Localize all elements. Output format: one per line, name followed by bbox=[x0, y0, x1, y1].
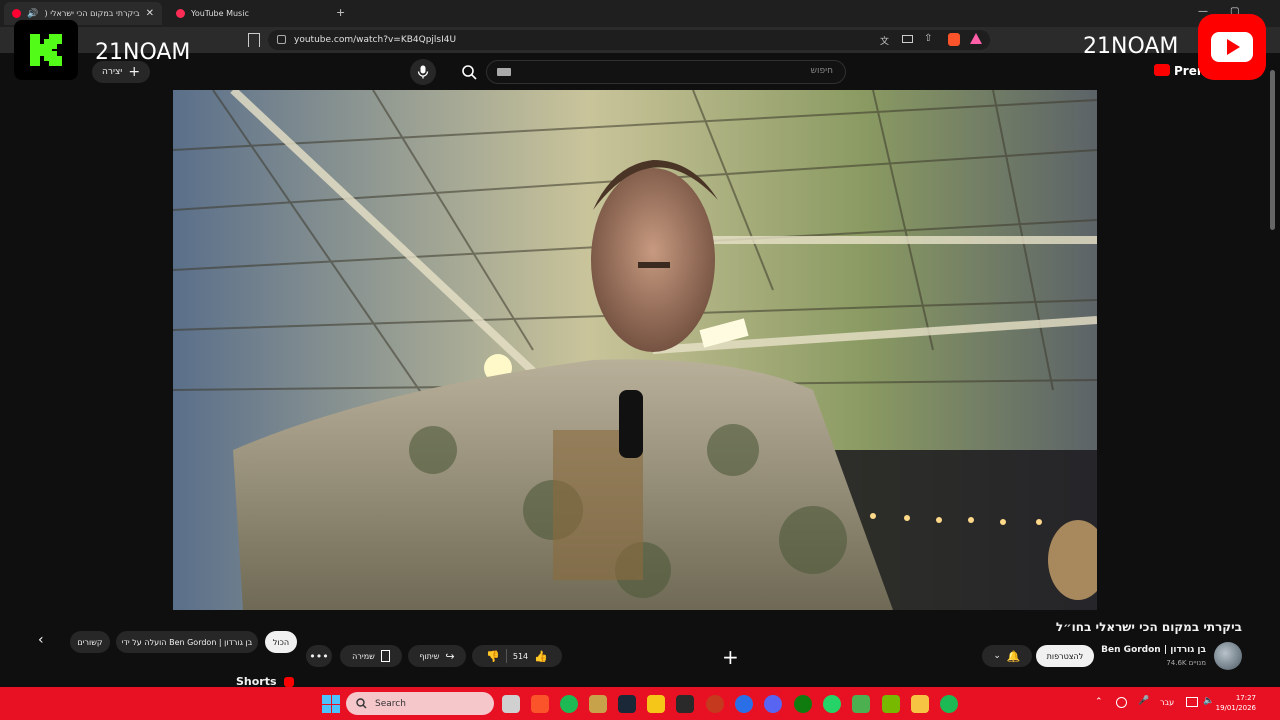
tab-music[interactable]: YouTube Music bbox=[168, 2, 328, 25]
chip-related[interactable]: קשורים bbox=[70, 631, 110, 653]
address-text: youtube.com/watch?v=KB4QpjlsI4U bbox=[294, 35, 457, 45]
clock-time: 17:27 bbox=[1235, 694, 1256, 702]
spotify-icon[interactable] bbox=[560, 695, 578, 713]
save-button[interactable]: שמירה bbox=[340, 645, 402, 667]
kick-k-glyph-icon bbox=[30, 34, 62, 66]
network-icon[interactable] bbox=[1186, 697, 1198, 707]
windows-start-icon[interactable] bbox=[322, 695, 340, 713]
tray-overflow-icon[interactable]: ⌃ bbox=[1095, 697, 1103, 707]
share-button[interactable]: שיתוף ↪ bbox=[408, 645, 466, 667]
new-tab-button[interactable]: + bbox=[336, 6, 345, 19]
like-icon[interactable]: 👍 bbox=[534, 650, 548, 663]
address-bar[interactable]: youtube.com/watch?v=KB4QpjlsI4U 文 ⇧ bbox=[268, 30, 990, 50]
channel-avatar[interactable] bbox=[1214, 642, 1242, 670]
app-green-icon[interactable] bbox=[852, 695, 870, 713]
like-count: 514 bbox=[512, 651, 529, 661]
site-settings-icon[interactable] bbox=[277, 35, 286, 44]
microphone-icon bbox=[417, 65, 429, 79]
youtube-logo-icon bbox=[1198, 14, 1266, 80]
subscriber-count: 74.6K מנויים bbox=[1166, 659, 1206, 667]
app-spotify-alt-icon[interactable] bbox=[940, 695, 958, 713]
chip-all[interactable]: הכול bbox=[265, 631, 297, 653]
bookmark-icon[interactable] bbox=[248, 33, 260, 47]
brave-browser-icon[interactable] bbox=[531, 695, 549, 713]
translate-icon[interactable]: 文 bbox=[880, 34, 889, 47]
taskbar-clock[interactable]: 17:27 19/01/2026 bbox=[1216, 693, 1256, 713]
play-triangle-icon bbox=[1227, 39, 1240, 55]
speaker-icon[interactable]: 🔊 bbox=[27, 9, 38, 19]
chips-scroll-left-icon[interactable]: ‹ bbox=[38, 632, 44, 648]
subscribe-button[interactable]: להצטרפות bbox=[1036, 645, 1094, 667]
windows-taskbar bbox=[0, 687, 1280, 720]
channel-name[interactable]: Ben Gordon | בן גורדון bbox=[1101, 645, 1206, 655]
like-dislike-group: 👎 514 👍 bbox=[472, 645, 562, 667]
taskbar-search[interactable]: Search bbox=[346, 692, 494, 715]
share-icon: ↪ bbox=[445, 649, 455, 663]
discord-icon[interactable] bbox=[764, 695, 782, 713]
plus-center-icon[interactable]: + bbox=[722, 645, 739, 669]
app-icon[interactable] bbox=[589, 695, 607, 713]
xbox-icon[interactable] bbox=[794, 695, 812, 713]
taskbar-search-label: Search bbox=[375, 698, 406, 709]
page-scrollbar[interactable] bbox=[1270, 70, 1275, 230]
notification-button[interactable]: ⌄ 🔔 bbox=[982, 645, 1032, 667]
youtube-music-favicon-icon bbox=[176, 9, 185, 18]
brave-shields-icon[interactable] bbox=[948, 33, 960, 46]
rockstar-icon[interactable] bbox=[647, 695, 665, 713]
youtube-favicon-icon bbox=[12, 9, 21, 18]
keyboard-icon[interactable] bbox=[497, 68, 511, 76]
tab-close-icon[interactable]: ✕ bbox=[146, 8, 154, 19]
language-indicator[interactable]: עבר bbox=[1160, 698, 1174, 707]
taskbar-search-icon bbox=[356, 698, 367, 709]
voice-search-button[interactable] bbox=[410, 59, 436, 85]
search-input[interactable]: חיפוש bbox=[486, 60, 846, 84]
brave-rewards-icon[interactable] bbox=[970, 33, 982, 44]
create-label: יצירה bbox=[102, 67, 123, 77]
obs-icon[interactable] bbox=[706, 695, 724, 713]
save-label: שמירה bbox=[352, 651, 375, 661]
search-icon bbox=[461, 64, 477, 80]
plus-icon: + bbox=[128, 64, 141, 80]
youtube-premium-logo-icon[interactable] bbox=[1154, 64, 1170, 76]
share-page-icon[interactable]: ⇧ bbox=[924, 33, 932, 44]
clock-date: 19/01/2026 bbox=[1215, 704, 1256, 712]
chip-all-label: הכול bbox=[272, 637, 290, 647]
chip-uploaded-by-label: הועלה על ידי Ben Gordon | בן גורדון bbox=[121, 637, 253, 647]
subscribe-label: להצטרפות bbox=[1046, 651, 1084, 661]
tab-music-label: YouTube Music bbox=[191, 9, 249, 18]
volume-icon[interactable]: 🔈 bbox=[1203, 696, 1214, 706]
epic-games-icon[interactable] bbox=[676, 695, 694, 713]
kick-logo-icon bbox=[14, 20, 78, 80]
whatsapp-icon[interactable] bbox=[823, 695, 841, 713]
video-frame bbox=[173, 90, 1097, 610]
file-explorer-icon[interactable] bbox=[911, 695, 929, 713]
chevron-down-icon: ⌄ bbox=[993, 651, 1001, 661]
save-bookmark-icon bbox=[380, 650, 390, 662]
brand-text-right: 21NOAM bbox=[1083, 34, 1179, 59]
nvidia-icon[interactable] bbox=[882, 695, 900, 713]
search-placeholder: חיפוש bbox=[810, 66, 833, 76]
tray-mic-icon[interactable]: 🎤 bbox=[1138, 696, 1149, 706]
app-blue-icon[interactable] bbox=[735, 695, 753, 713]
share-label: שיתוף bbox=[419, 651, 440, 661]
steam-icon[interactable] bbox=[618, 695, 636, 713]
task-view-icon[interactable] bbox=[502, 695, 520, 713]
chip-related-label: קשורים bbox=[77, 637, 103, 647]
more-horizontal-icon: ••• bbox=[309, 649, 329, 663]
more-actions-button[interactable]: ••• bbox=[306, 645, 332, 667]
shorts-logo-icon bbox=[284, 677, 294, 687]
search-button[interactable] bbox=[456, 60, 482, 84]
tray-app-icon[interactable] bbox=[1116, 697, 1127, 708]
dislike-icon[interactable]: 👎 bbox=[486, 650, 500, 663]
brand-text-left: 21NOAM bbox=[95, 40, 191, 65]
video-title: ביקרתי במקום הכי ישראלי בחו״ל bbox=[1055, 620, 1242, 634]
bell-icon: 🔔 bbox=[1006, 649, 1021, 663]
cast-icon[interactable] bbox=[902, 35, 913, 43]
video-player[interactable] bbox=[173, 90, 1097, 610]
tab-video-label: ביקרתי במקום הכי ישראלי (152) bbox=[44, 9, 140, 18]
chip-uploaded-by[interactable]: הועלה על ידי Ben Gordon | בן גורדון bbox=[116, 631, 258, 653]
